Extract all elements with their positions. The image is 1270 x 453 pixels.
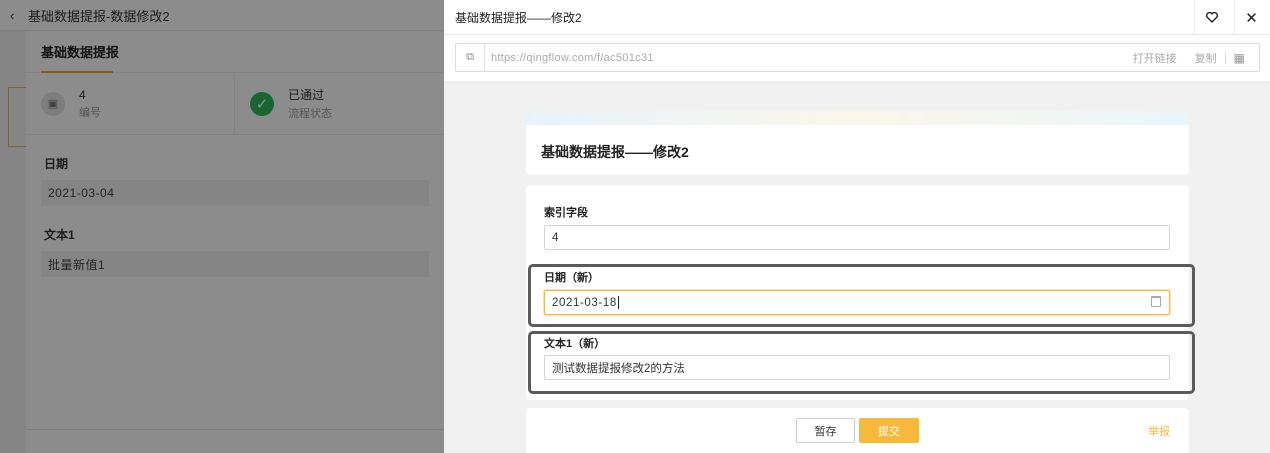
copy-button[interactable]: 复制	[1195, 50, 1217, 66]
text1-field-label: 文本1（新）	[544, 338, 606, 350]
share-url-text[interactable]: https://qingflow.com/f/ac501c31	[485, 52, 1133, 64]
form-title-card: 基础数据提报——修改2	[526, 111, 1189, 175]
form-title: 基础数据提报——修改2	[541, 144, 689, 160]
open-link-button[interactable]: 打开链接	[1133, 50, 1177, 66]
text1-field-input[interactable]: 测试数据提报修改2的方法	[544, 355, 1170, 380]
date-field-value: 2021-03-18	[552, 296, 617, 309]
submit-button[interactable]: 提交	[859, 418, 919, 443]
title-card-banner	[526, 111, 1189, 125]
share-url-bar: ⧉ https://qingflow.com/f/ac501c31 打开链接 复…	[455, 43, 1260, 72]
close-button[interactable]: ✕	[1234, 0, 1268, 35]
date-field-input[interactable]: 2021-03-18	[544, 290, 1170, 315]
text1-field-value: 测试数据提报修改2的方法	[552, 362, 685, 375]
form-drawer: 基础数据提报——修改2 ✕ ⧉ https://qingflow.com/f/a…	[444, 0, 1270, 453]
copy-link-icon: ⧉	[456, 44, 485, 71]
index-field-input[interactable]: 4	[544, 225, 1170, 250]
index-field-label: 索引字段	[544, 207, 588, 219]
text-caret	[617, 296, 619, 309]
index-field-value: 4	[552, 231, 559, 244]
background-app: ‹ 基础数据提报-数据修改2 基础数据提报 ▣ 4 编号 ✓ 已通过 流程状态	[0, 0, 444, 453]
divider	[1224, 51, 1226, 64]
date-field-label: 日期（新）	[544, 272, 599, 284]
report-link[interactable]: 举报	[1148, 423, 1170, 439]
modal-overlay[interactable]	[0, 0, 444, 453]
form-card: 索引字段 4 日期（新） 2021-03-18 文本1（新） 测试数据提报修改2…	[526, 185, 1195, 400]
qrcode-icon[interactable]: ▦	[1234, 51, 1245, 65]
drawer-header: 基础数据提报——修改2 ✕	[444, 0, 1270, 35]
calendar-icon[interactable]	[1151, 296, 1161, 307]
heart-icon	[1205, 12, 1218, 23]
drawer-title: 基础数据提报——修改2	[455, 10, 582, 25]
form-actions: 暂存 提交 举报	[526, 408, 1189, 453]
share-url-area: ⧉ https://qingflow.com/f/ac501c31 打开链接 复…	[444, 35, 1270, 81]
close-icon: ✕	[1245, 9, 1258, 27]
favorite-button[interactable]	[1194, 0, 1228, 35]
save-draft-button[interactable]: 暂存	[796, 418, 855, 443]
